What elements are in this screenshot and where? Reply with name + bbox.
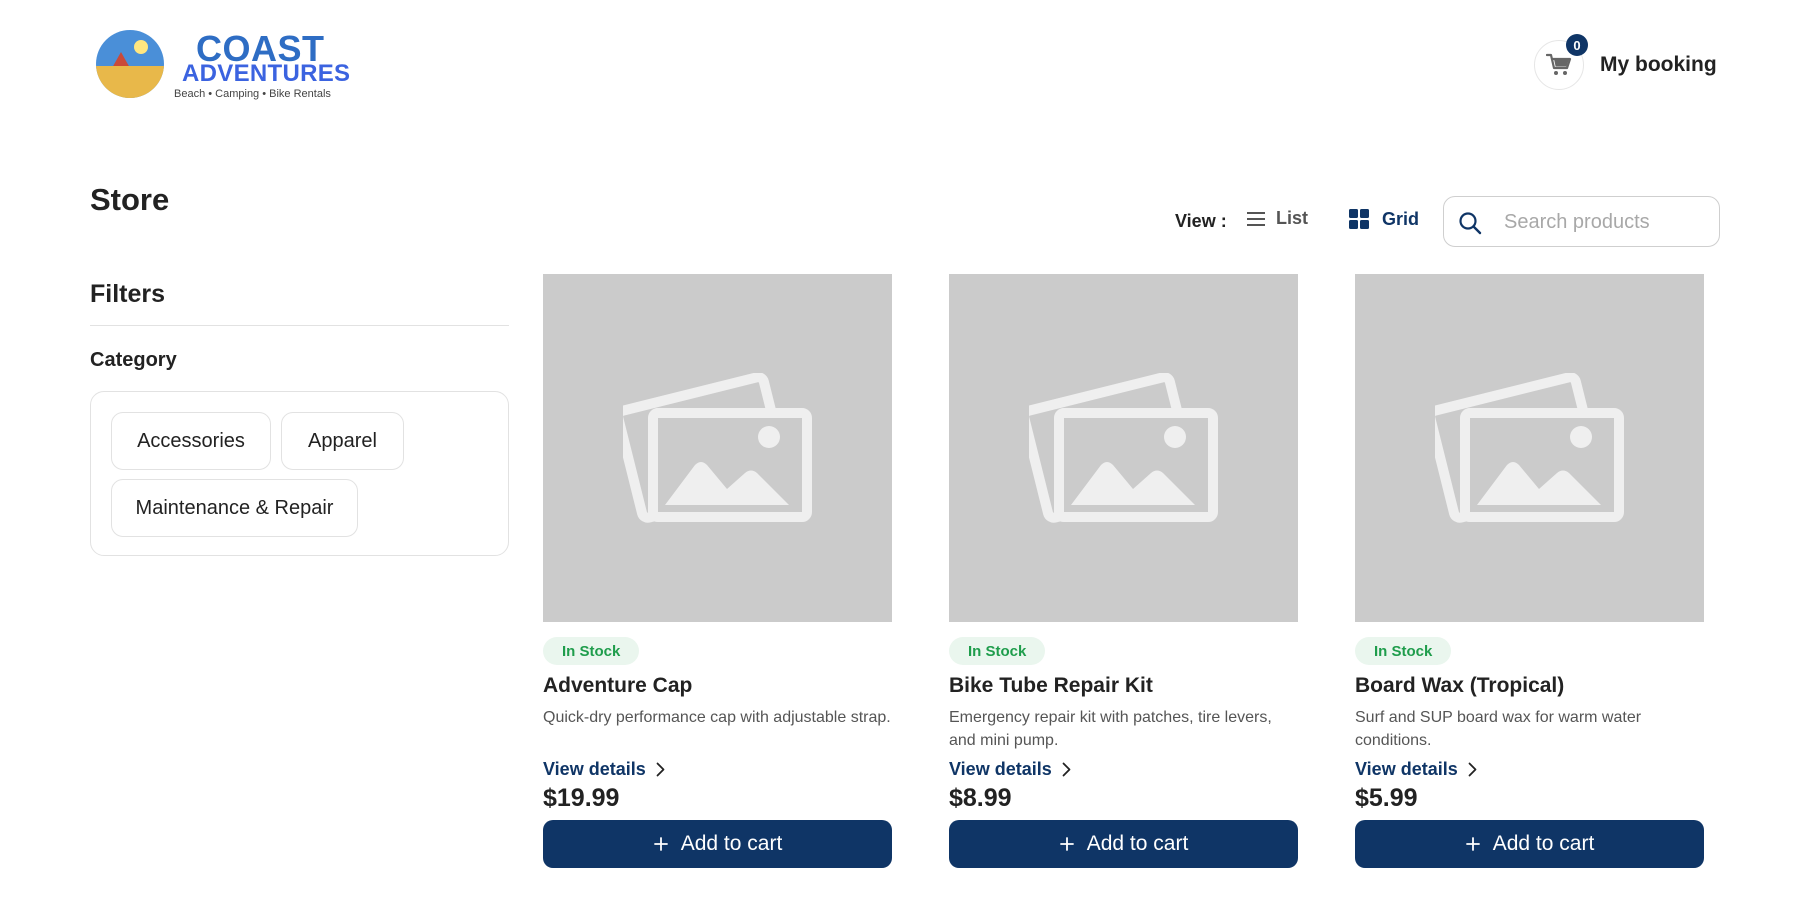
product-card: In Stock Adventure Cap Quick-dry perform… (543, 274, 892, 874)
product-description: Surf and SUP board wax for warm water co… (1355, 709, 1642, 749)
grid-icon (1349, 209, 1369, 229)
chevron-right-icon (1468, 762, 1477, 777)
chevron-right-icon (656, 762, 665, 777)
chevron-right-icon (1062, 762, 1071, 777)
product-name: Board Wax (Tropical) (1355, 674, 1565, 697)
filters-divider (90, 325, 509, 326)
logo-sun-shape (134, 40, 148, 54)
image-placeholder-icon (1434, 373, 1624, 523)
view-details-link[interactable]: View details (543, 759, 665, 780)
grid-view-button[interactable]: Grid (1348, 208, 1419, 230)
plus-icon (1465, 837, 1480, 851)
product-image-placeholder[interactable] (949, 274, 1298, 622)
search-box[interactable] (1443, 196, 1720, 247)
search-icon (1459, 212, 1482, 235)
view-details-label: View details (1355, 759, 1458, 779)
stock-badge: In Stock (949, 637, 1046, 665)
view-label: View : (1175, 211, 1227, 231)
product-image-placeholder[interactable] (1355, 274, 1704, 622)
view-details-link[interactable]: View details (949, 759, 1071, 780)
list-icon (1247, 211, 1265, 226)
add-to-cart-label: Add to cart (680, 832, 783, 855)
logo-sand-shape (96, 66, 164, 98)
view-details-label: View details (949, 759, 1052, 779)
cart-count-badge: 0 (1566, 34, 1588, 56)
filters-title: Filters (90, 280, 166, 308)
category-title: Category (90, 349, 177, 371)
product-price: $5.99 (1355, 784, 1418, 812)
product-card: In Stock Board Wax (Tropical) Surf and S… (1355, 274, 1704, 874)
add-to-cart-label: Add to cart (1086, 832, 1189, 855)
category-chip-maintenance-repair[interactable]: Maintenance & Repair (111, 479, 358, 537)
logo-tagline: Beach • Camping • Bike Rentals (174, 88, 331, 100)
cart-icon (1546, 53, 1572, 75)
category-filter-panel: Accessories Apparel Maintenance & Repair (90, 391, 509, 556)
product-description: Quick-dry performance cap with adjustabl… (543, 709, 891, 726)
category-chip-apparel[interactable]: Apparel (281, 412, 404, 470)
product-description: Emergency repair kit with patches, tire … (949, 709, 1272, 749)
stock-badge: In Stock (543, 637, 640, 665)
list-view-button[interactable]: List (1246, 208, 1308, 229)
product-price: $8.99 (949, 784, 1012, 812)
image-placeholder-icon (1028, 373, 1218, 523)
product-image-placeholder[interactable] (543, 274, 892, 622)
product-price: $19.99 (543, 784, 620, 812)
brand-logo[interactable]: COAST ADVENTURES Beach • Camping • Bike … (96, 28, 350, 108)
grid-view-label: Grid (1382, 208, 1420, 229)
add-to-cart-button[interactable]: Add to cart (1355, 820, 1704, 868)
page-title: Store (90, 182, 170, 217)
add-to-cart-button[interactable]: Add to cart (949, 820, 1298, 868)
category-chip-accessories[interactable]: Accessories (111, 412, 271, 470)
search-input[interactable] (1504, 205, 1704, 239)
view-details-link[interactable]: View details (1355, 759, 1477, 780)
logo-emblem (96, 30, 164, 98)
product-name: Adventure Cap (543, 674, 693, 697)
product-card: In Stock Bike Tube Repair Kit Emergency … (949, 274, 1298, 874)
view-details-label: View details (543, 759, 646, 779)
add-to-cart-button[interactable]: Add to cart (543, 820, 892, 868)
list-view-label: List (1276, 208, 1309, 228)
plus-icon (653, 837, 668, 851)
add-to-cart-label: Add to cart (1492, 832, 1595, 855)
logo-name-line2: ADVENTURES (182, 60, 351, 87)
image-placeholder-icon (622, 373, 812, 523)
stock-badge: In Stock (1355, 637, 1452, 665)
product-name: Bike Tube Repair Kit (949, 674, 1153, 697)
my-booking-link[interactable]: My booking (1600, 53, 1717, 77)
plus-icon (1059, 837, 1074, 851)
